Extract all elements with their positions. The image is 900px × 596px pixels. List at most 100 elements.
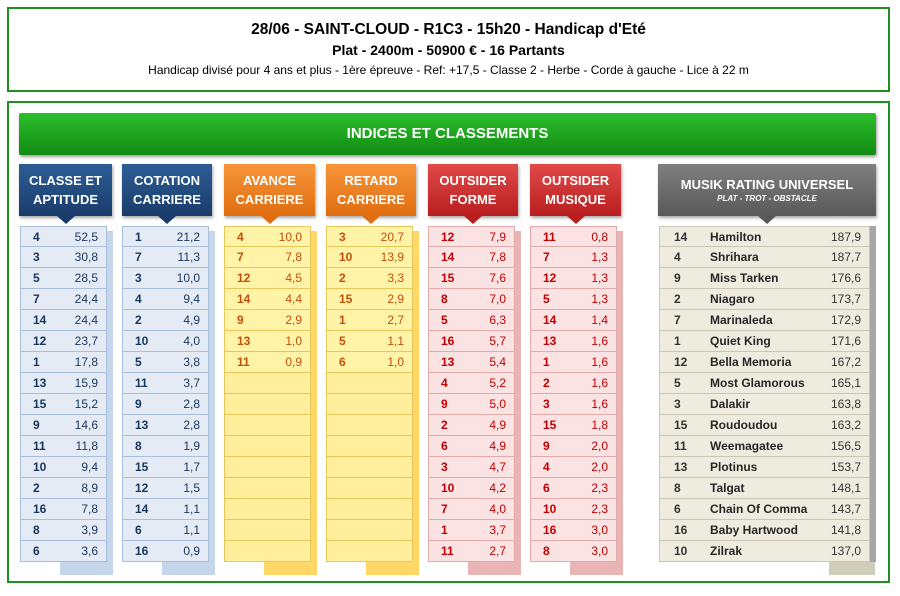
horse-name: Roudoudou — [710, 418, 778, 432]
index-value: 1,6 — [591, 376, 608, 390]
rating-value: 172,9 — [830, 313, 861, 327]
index-value: 9,4 — [81, 460, 98, 474]
musik-list: 14 Hamilton 187,9 4 Shrihara 187,7 9 Miss Tarke… — [659, 226, 876, 562]
ranking-list: 1 21,2 7 11,3 3 10,0 4 9,4 2 4,9 10 4,0 5 3,8 11 3,7 9 2,… — [122, 226, 209, 562]
index-value: 24,4 — [74, 292, 98, 306]
ranking-row: 5 1,1 — [326, 331, 413, 352]
horse-number: 11 — [543, 229, 556, 244]
ranking-row: 5 3,8 — [122, 352, 209, 373]
musik-row: 9 Miss Tarken 176,6 — [659, 268, 870, 289]
musik-row: 8 Talgat 148,1 — [659, 478, 870, 499]
horse-number: 3 — [33, 250, 40, 264]
ranking-row: 13 1,0 — [224, 331, 311, 352]
header-avance-carriere: AVANCE CARRIERE — [224, 164, 315, 224]
ranking-row: 3 30,8 — [20, 247, 107, 268]
ranking-row: 8 7,0 — [428, 289, 515, 310]
ranking-row: 3 10,0 — [122, 268, 209, 289]
horse-number: 2 — [674, 292, 681, 306]
index-value: 0,9 — [285, 355, 302, 369]
ranking-row: 2 8,9 — [20, 478, 107, 499]
ranking-row — [326, 520, 413, 541]
horse-name: Bella Memoria — [710, 355, 792, 369]
header-line2: CARRIERE — [133, 192, 201, 207]
horse-number: 4 — [33, 229, 40, 244]
horse-number: 7 — [674, 313, 681, 327]
ranking-row — [224, 415, 311, 436]
horse-number: 2 — [339, 271, 346, 285]
index-value: 52,5 — [74, 229, 98, 244]
index-value: 15,2 — [74, 397, 98, 411]
musik-row: 2 Niagaro 173,7 — [659, 289, 870, 310]
horse-number: 5 — [441, 313, 448, 327]
index-value: 3,3 — [387, 271, 404, 285]
horse-number: 3 — [339, 229, 346, 244]
rating-value: 156,5 — [830, 439, 861, 453]
ranking-row: 6 3,6 — [20, 541, 107, 562]
ranking-row — [326, 415, 413, 436]
index-value: 0,9 — [183, 544, 200, 558]
ranking-row: 15 15,2 — [20, 394, 107, 415]
horse-number: 5 — [135, 355, 142, 369]
rating-value: 171,6 — [830, 334, 861, 348]
index-value: 5,2 — [489, 376, 506, 390]
header-line2: FORME — [449, 192, 497, 207]
horse-number: 14 — [237, 292, 251, 306]
horse-number: 3 — [441, 460, 448, 474]
race-title: 28/06 - SAINT-CLOUD - R1C3 - 15h20 - Han… — [251, 21, 646, 38]
horse-number: 11 — [441, 544, 454, 558]
horse-number: 5 — [339, 334, 346, 348]
index-value: 7,8 — [81, 502, 98, 516]
index-value: 3,0 — [591, 523, 608, 537]
ranking-row — [224, 541, 311, 562]
ranking-row: 10 4,2 — [428, 478, 515, 499]
horse-number: 14 — [441, 250, 455, 264]
index-value: 7,6 — [489, 271, 506, 285]
horse-number: 16 — [543, 523, 557, 537]
index-value: 2,8 — [183, 397, 200, 411]
horse-name: Talgat — [710, 481, 745, 495]
horse-number: 16 — [441, 334, 455, 348]
horse-number: 8 — [543, 544, 550, 558]
ranking-row — [224, 478, 311, 499]
horse-number: 2 — [33, 481, 40, 495]
horse-number: 5 — [543, 292, 550, 306]
ranking-row: 13 1,6 — [530, 331, 617, 352]
ranking-row: 4 10,0 — [224, 226, 311, 247]
ranking-row: 10 13,9 — [326, 247, 413, 268]
horse-number: 10 — [543, 502, 557, 516]
index-value: 5,4 — [489, 355, 506, 369]
header-line1: CLASSE ET — [29, 173, 102, 188]
index-value: 3,6 — [81, 544, 98, 558]
index-value: 1,7 — [183, 460, 200, 474]
index-value: 3,9 — [81, 523, 98, 537]
horse-name: Zilrak — [710, 544, 743, 558]
rating-value: 137,0 — [830, 544, 861, 558]
horse-number: 5 — [674, 376, 681, 390]
scrollbar[interactable] — [870, 226, 876, 562]
column-musik-rating: 14 Hamilton 187,9 4 Shrihara 187,7 9 Miss Tarke… — [659, 226, 876, 575]
ranking-row — [224, 394, 311, 415]
ranking-row: 12 7,9 — [428, 226, 515, 247]
index-value: 1,1 — [183, 502, 200, 516]
index-value: 2,3 — [591, 502, 608, 516]
ranking-row: 1 3,7 — [428, 520, 515, 541]
rating-value: 187,9 — [830, 229, 861, 244]
index-value: 7,0 — [489, 292, 506, 306]
index-value: 1,6 — [591, 334, 608, 348]
race-header: 28/06 - SAINT-CLOUD - R1C3 - 15h20 - Han… — [7, 7, 890, 92]
horse-name: Shrihara — [710, 250, 759, 264]
index-value: 1,3 — [591, 271, 608, 285]
horse-number: 2 — [441, 418, 448, 432]
horse-number: 7 — [441, 502, 448, 516]
ranking-row: 14 4,4 — [224, 289, 311, 310]
horse-name: Weemagatee — [710, 439, 784, 453]
ranking-row: 15 1,7 — [122, 457, 209, 478]
horse-number: 12 — [543, 271, 557, 285]
horse-number: 14 — [135, 502, 149, 516]
ranking-row: 2 3,3 — [326, 268, 413, 289]
ranking-row: 6 1,0 — [326, 352, 413, 373]
column-outsider-musique: 11 0,8 7 1,3 12 1,3 5 1,3 14 1,4 13 1,6 1 1,6 2 1,6 3 1,6… — [530, 226, 623, 575]
ranking-row — [224, 457, 311, 478]
header-line2: CARRIERE — [337, 192, 405, 207]
horse-name: Miss Tarken — [710, 271, 779, 285]
